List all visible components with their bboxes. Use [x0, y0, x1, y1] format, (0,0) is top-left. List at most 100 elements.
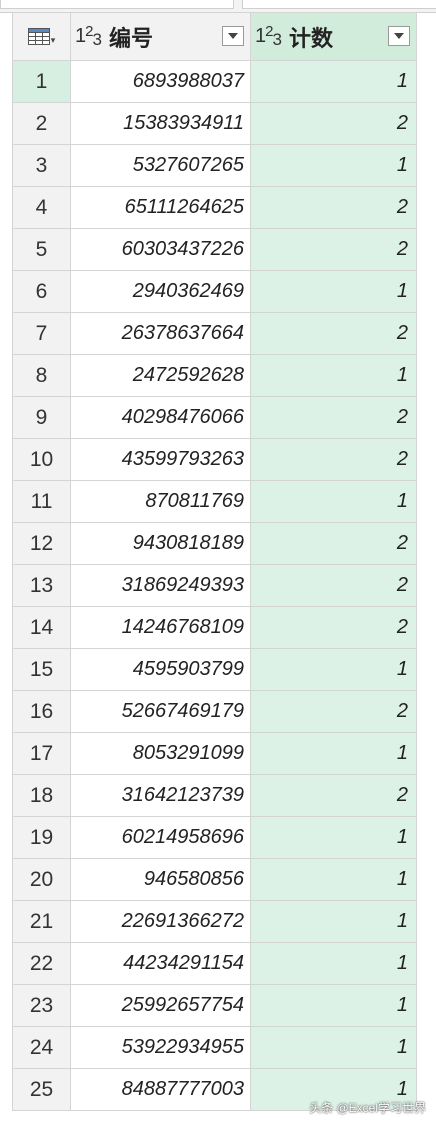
- row-index[interactable]: 5: [12, 228, 71, 271]
- row-index[interactable]: 3: [12, 144, 71, 187]
- table-row[interactable]: 9 40298476066 2: [12, 396, 417, 439]
- table-menu-button[interactable]: ▾: [12, 12, 71, 61]
- cell-bh[interactable]: 43599793263: [70, 438, 251, 481]
- row-index[interactable]: 7: [12, 312, 71, 355]
- cell-js[interactable]: 1: [250, 60, 417, 103]
- cell-js[interactable]: 2: [250, 186, 417, 229]
- cell-js[interactable]: 2: [250, 312, 417, 355]
- table-row[interactable]: 2 15383934911 2: [12, 102, 417, 145]
- table-row[interactable]: 10 43599793263 2: [12, 438, 417, 481]
- table-row[interactable]: 1 6893988037 1: [12, 60, 417, 103]
- cell-bh[interactable]: 53922934955: [70, 1026, 251, 1069]
- cell-js[interactable]: 2: [250, 102, 417, 145]
- row-index[interactable]: 8: [12, 354, 71, 397]
- cell-js[interactable]: 1: [250, 648, 417, 691]
- cell-js[interactable]: 2: [250, 396, 417, 439]
- row-index[interactable]: 25: [12, 1068, 71, 1111]
- row-index[interactable]: 14: [12, 606, 71, 649]
- table-row[interactable]: 15 4595903799 1: [12, 648, 417, 691]
- table-row[interactable]: 17 8053291099 1: [12, 732, 417, 775]
- table-row[interactable]: 22 44234291154 1: [12, 942, 417, 985]
- cell-bh[interactable]: 870811769: [70, 480, 251, 523]
- table-row[interactable]: 7 26378637664 2: [12, 312, 417, 355]
- table-row[interactable]: 21 22691366272 1: [12, 900, 417, 943]
- cell-js[interactable]: 2: [250, 564, 417, 607]
- table-row[interactable]: 4 65111264625 2: [12, 186, 417, 229]
- table-row[interactable]: 8 2472592628 1: [12, 354, 417, 397]
- cell-bh[interactable]: 2472592628: [70, 354, 251, 397]
- cell-js[interactable]: 1: [250, 354, 417, 397]
- cell-js[interactable]: 2: [250, 774, 417, 817]
- table-row[interactable]: 19 60214958696 1: [12, 816, 417, 859]
- row-index[interactable]: 22: [12, 942, 71, 985]
- row-index[interactable]: 21: [12, 900, 71, 943]
- cell-bh[interactable]: 22691366272: [70, 900, 251, 943]
- row-index[interactable]: 16: [12, 690, 71, 733]
- table-row[interactable]: 14 14246768109 2: [12, 606, 417, 649]
- row-index[interactable]: 13: [12, 564, 71, 607]
- cell-bh[interactable]: 9430818189: [70, 522, 251, 565]
- cell-bh[interactable]: 84887777003: [70, 1068, 251, 1111]
- table-row[interactable]: 6 2940362469 1: [12, 270, 417, 313]
- cell-bh[interactable]: 31642123739: [70, 774, 251, 817]
- cell-js[interactable]: 1: [250, 984, 417, 1027]
- row-index[interactable]: 6: [12, 270, 71, 313]
- cell-js[interactable]: 1: [250, 270, 417, 313]
- cell-js[interactable]: 1: [250, 942, 417, 985]
- row-index[interactable]: 17: [12, 732, 71, 775]
- cell-js[interactable]: 1: [250, 900, 417, 943]
- cell-bh[interactable]: 44234291154: [70, 942, 251, 985]
- cell-bh[interactable]: 65111264625: [70, 186, 251, 229]
- cell-bh[interactable]: 2940362469: [70, 270, 251, 313]
- table-row[interactable]: 13 31869249393 2: [12, 564, 417, 607]
- row-index[interactable]: 2: [12, 102, 71, 145]
- row-index[interactable]: 15: [12, 648, 71, 691]
- row-index[interactable]: 9: [12, 396, 71, 439]
- cell-js[interactable]: 1: [250, 144, 417, 187]
- row-index[interactable]: 4: [12, 186, 71, 229]
- cell-js[interactable]: 2: [250, 606, 417, 649]
- cell-bh[interactable]: 14246768109: [70, 606, 251, 649]
- row-index[interactable]: 23: [12, 984, 71, 1027]
- cell-bh[interactable]: 31869249393: [70, 564, 251, 607]
- table-row[interactable]: 5 60303437226 2: [12, 228, 417, 271]
- whole-number-type-icon[interactable]: 123: [255, 23, 282, 50]
- cell-bh[interactable]: 8053291099: [70, 732, 251, 775]
- whole-number-type-icon[interactable]: 123: [75, 23, 102, 50]
- cell-bh[interactable]: 15383934911: [70, 102, 251, 145]
- cell-bh[interactable]: 5327607265: [70, 144, 251, 187]
- cell-js[interactable]: 2: [250, 522, 417, 565]
- filter-dropdown-button[interactable]: [222, 26, 244, 46]
- cell-js[interactable]: 1: [250, 480, 417, 523]
- cell-bh[interactable]: 52667469179: [70, 690, 251, 733]
- cell-js[interactable]: 2: [250, 690, 417, 733]
- cell-bh[interactable]: 26378637664: [70, 312, 251, 355]
- table-row[interactable]: 18 31642123739 2: [12, 774, 417, 817]
- table-row[interactable]: 24 53922934955 1: [12, 1026, 417, 1069]
- cell-bh[interactable]: 60214958696: [70, 816, 251, 859]
- column-header-bh[interactable]: 123 编号: [70, 12, 251, 61]
- cell-js[interactable]: 1: [250, 816, 417, 859]
- cell-js[interactable]: 1: [250, 732, 417, 775]
- row-index[interactable]: 18: [12, 774, 71, 817]
- cell-bh[interactable]: 4595903799: [70, 648, 251, 691]
- column-header-js[interactable]: 123 计数: [250, 12, 417, 61]
- table-row[interactable]: 3 5327607265 1: [12, 144, 417, 187]
- table-row[interactable]: 20 946580856 1: [12, 858, 417, 901]
- cell-js[interactable]: 1: [250, 1026, 417, 1069]
- cell-bh[interactable]: 60303437226: [70, 228, 251, 271]
- table-row[interactable]: 12 9430818189 2: [12, 522, 417, 565]
- cell-js[interactable]: 1: [250, 858, 417, 901]
- cell-bh[interactable]: 6893988037: [70, 60, 251, 103]
- table-row[interactable]: 11 870811769 1: [12, 480, 417, 523]
- table-row[interactable]: 23 25992657754 1: [12, 984, 417, 1027]
- table-row[interactable]: 16 52667469179 2: [12, 690, 417, 733]
- row-index[interactable]: 24: [12, 1026, 71, 1069]
- filter-dropdown-button[interactable]: [388, 26, 410, 46]
- cell-bh[interactable]: 25992657754: [70, 984, 251, 1027]
- row-index[interactable]: 11: [12, 480, 71, 523]
- cell-bh[interactable]: 40298476066: [70, 396, 251, 439]
- cell-js[interactable]: 2: [250, 228, 417, 271]
- row-index[interactable]: 19: [12, 816, 71, 859]
- row-index[interactable]: 20: [12, 858, 71, 901]
